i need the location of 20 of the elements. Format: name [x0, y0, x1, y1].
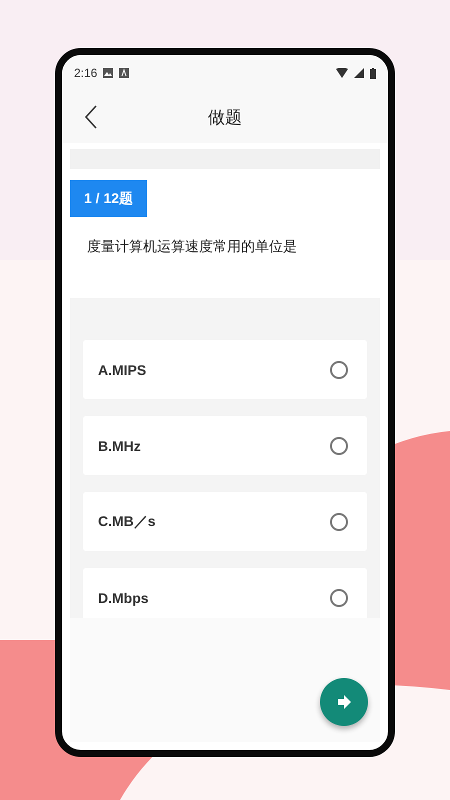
radio-button[interactable]	[330, 360, 348, 378]
status-time: 2:16	[74, 66, 98, 80]
next-button[interactable]	[320, 678, 368, 726]
signal-icon	[354, 68, 364, 78]
page-title: 做题	[208, 106, 242, 128]
battery-icon	[370, 68, 376, 78]
radio-button[interactable]	[330, 588, 348, 606]
answer-option[interactable]: B.MHz	[83, 416, 367, 475]
notification-icon	[119, 68, 130, 78]
arrow-icon	[337, 695, 351, 709]
image-icon	[103, 68, 114, 78]
radio-button[interactable]	[330, 436, 348, 454]
back-icon[interactable]	[84, 105, 98, 129]
question-counter: 1 / 12题	[70, 180, 148, 217]
answer-option[interactable]: C.MB／s	[83, 492, 367, 551]
radio-button[interactable]	[330, 512, 348, 530]
answer-option[interactable]: A.MIPS	[83, 340, 367, 399]
answer-option[interactable]: D.Mbps	[83, 568, 367, 618]
question-text: 度量计算机运算速度常用的单位是	[87, 238, 297, 256]
wifi-icon	[336, 68, 348, 78]
